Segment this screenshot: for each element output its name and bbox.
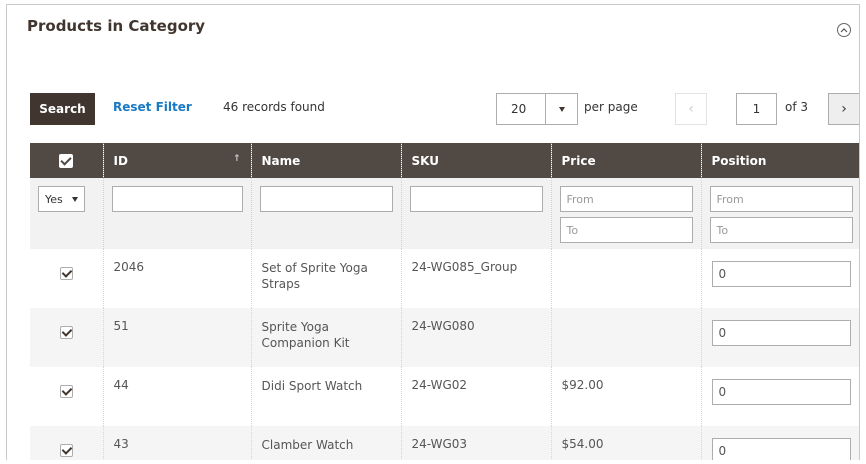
sort-arrow-up-icon: ↑	[232, 154, 241, 164]
in-category-filter-value: Yes	[45, 192, 63, 206]
next-page-button[interactable]: ›	[828, 93, 859, 125]
table-row[interactable]: 43 Clamber Watch 24-WG03 $54.00 0	[30, 426, 859, 460]
position-cell: 0	[700, 249, 859, 308]
search-button[interactable]: Search	[30, 93, 95, 125]
position-input[interactable]: 0	[711, 320, 851, 346]
id-cell: 44	[102, 367, 251, 426]
caret-down-icon	[558, 106, 565, 112]
select-all-header[interactable]	[30, 143, 103, 178]
column-header-position[interactable]: Position	[700, 143, 859, 178]
caret-down-icon	[72, 196, 78, 202]
column-label-name: Name	[261, 153, 301, 168]
column-label-sku: SKU	[411, 153, 439, 168]
reset-filter-link[interactable]: Reset Filter	[113, 100, 192, 114]
row-select-cell	[30, 308, 103, 367]
id-cell: 51	[102, 308, 251, 367]
row-checkbox[interactable]	[59, 385, 73, 398]
filter-sku-cell	[400, 178, 551, 249]
column-header-name[interactable]: Name	[250, 143, 401, 178]
column-header-id[interactable]: ID ↑	[102, 143, 251, 178]
filter-id-cell	[102, 178, 251, 249]
name-cell: Set of Sprite Yoga Straps	[250, 249, 401, 308]
column-header-price[interactable]: Price	[550, 143, 701, 178]
row-select-cell	[30, 367, 103, 426]
filter-price-cell: From To	[550, 178, 701, 249]
column-label-price: Price	[561, 153, 596, 168]
price-cell	[550, 308, 701, 367]
chevron-right-icon: ›	[841, 101, 847, 117]
position-input[interactable]: 0	[711, 261, 851, 287]
position-input[interactable]: 0	[711, 438, 851, 460]
table-row[interactable]: 51 Sprite Yoga Companion Kit 24-WG080 0	[30, 308, 859, 367]
id-filter-input[interactable]	[111, 186, 243, 212]
table-row[interactable]: 2046 Set of Sprite Yoga Straps 24-WG085_…	[30, 249, 859, 308]
chevron-left-icon: ‹	[688, 101, 694, 117]
filter-in-category-cell: Yes	[30, 178, 103, 249]
position-cell: 0	[700, 426, 859, 460]
page-number-input[interactable]: 1	[736, 93, 777, 125]
previous-page-button[interactable]: ‹	[675, 93, 707, 125]
name-filter-input[interactable]	[259, 186, 393, 212]
price-cell: $54.00	[550, 426, 701, 460]
sku-cell: 24-WG03	[400, 426, 551, 460]
products-grid: ID ↑ Name SKU Price Position Yes From To…	[30, 143, 859, 460]
position-from-input[interactable]: From	[709, 186, 853, 212]
filter-position-cell: From To	[700, 178, 859, 249]
page-count: of 3	[785, 100, 809, 114]
panel-title: Products in Category	[27, 17, 206, 35]
price-cell: $92.00	[550, 367, 701, 426]
chevron-up-circle-icon[interactable]	[837, 23, 851, 37]
per-page-label: per page	[584, 100, 638, 114]
per-page-dropdown-button[interactable]	[545, 94, 577, 124]
row-checkbox[interactable]	[59, 444, 73, 457]
sku-filter-input[interactable]	[409, 186, 543, 212]
chevron-up-icon	[840, 28, 848, 33]
id-cell: 2046	[102, 249, 251, 308]
row-checkbox[interactable]	[59, 326, 73, 339]
row-select-cell	[30, 426, 103, 460]
sku-cell: 24-WG085_Group	[400, 249, 551, 308]
id-cell: 43	[102, 426, 251, 460]
price-to-input[interactable]: To	[559, 217, 693, 243]
price-cell	[550, 249, 701, 308]
column-header-sku[interactable]: SKU	[400, 143, 551, 178]
row-select-cell	[30, 249, 103, 308]
column-label-id: ID	[113, 153, 128, 168]
select-all-checkbox[interactable]	[59, 153, 74, 168]
row-checkbox[interactable]	[59, 267, 73, 280]
filter-name-cell	[250, 178, 401, 249]
sku-cell: 24-WG02	[400, 367, 551, 426]
filter-row: Yes From To From To	[30, 178, 859, 249]
grid-header-row: ID ↑ Name SKU Price Position	[30, 143, 859, 178]
position-to-input[interactable]: To	[709, 217, 853, 243]
per-page-select[interactable]: 20	[496, 93, 578, 125]
name-cell: Sprite Yoga Companion Kit	[250, 308, 401, 367]
position-cell: 0	[700, 308, 859, 367]
column-label-position: Position	[711, 153, 767, 168]
name-cell: Didi Sport Watch	[250, 367, 401, 426]
in-category-filter-select[interactable]: Yes	[38, 186, 85, 212]
name-cell: Clamber Watch	[250, 426, 401, 460]
products-in-category-panel: Products in Category Search Reset Filter…	[6, 4, 860, 460]
position-cell: 0	[700, 367, 859, 426]
table-row[interactable]: 44 Didi Sport Watch 24-WG02 $92.00 0	[30, 367, 859, 426]
sku-cell: 24-WG080	[400, 308, 551, 367]
records-found: 46 records found	[223, 100, 325, 114]
per-page-value: 20	[511, 102, 527, 116]
position-input[interactable]: 0	[711, 379, 851, 405]
price-from-input[interactable]: From	[559, 186, 693, 212]
